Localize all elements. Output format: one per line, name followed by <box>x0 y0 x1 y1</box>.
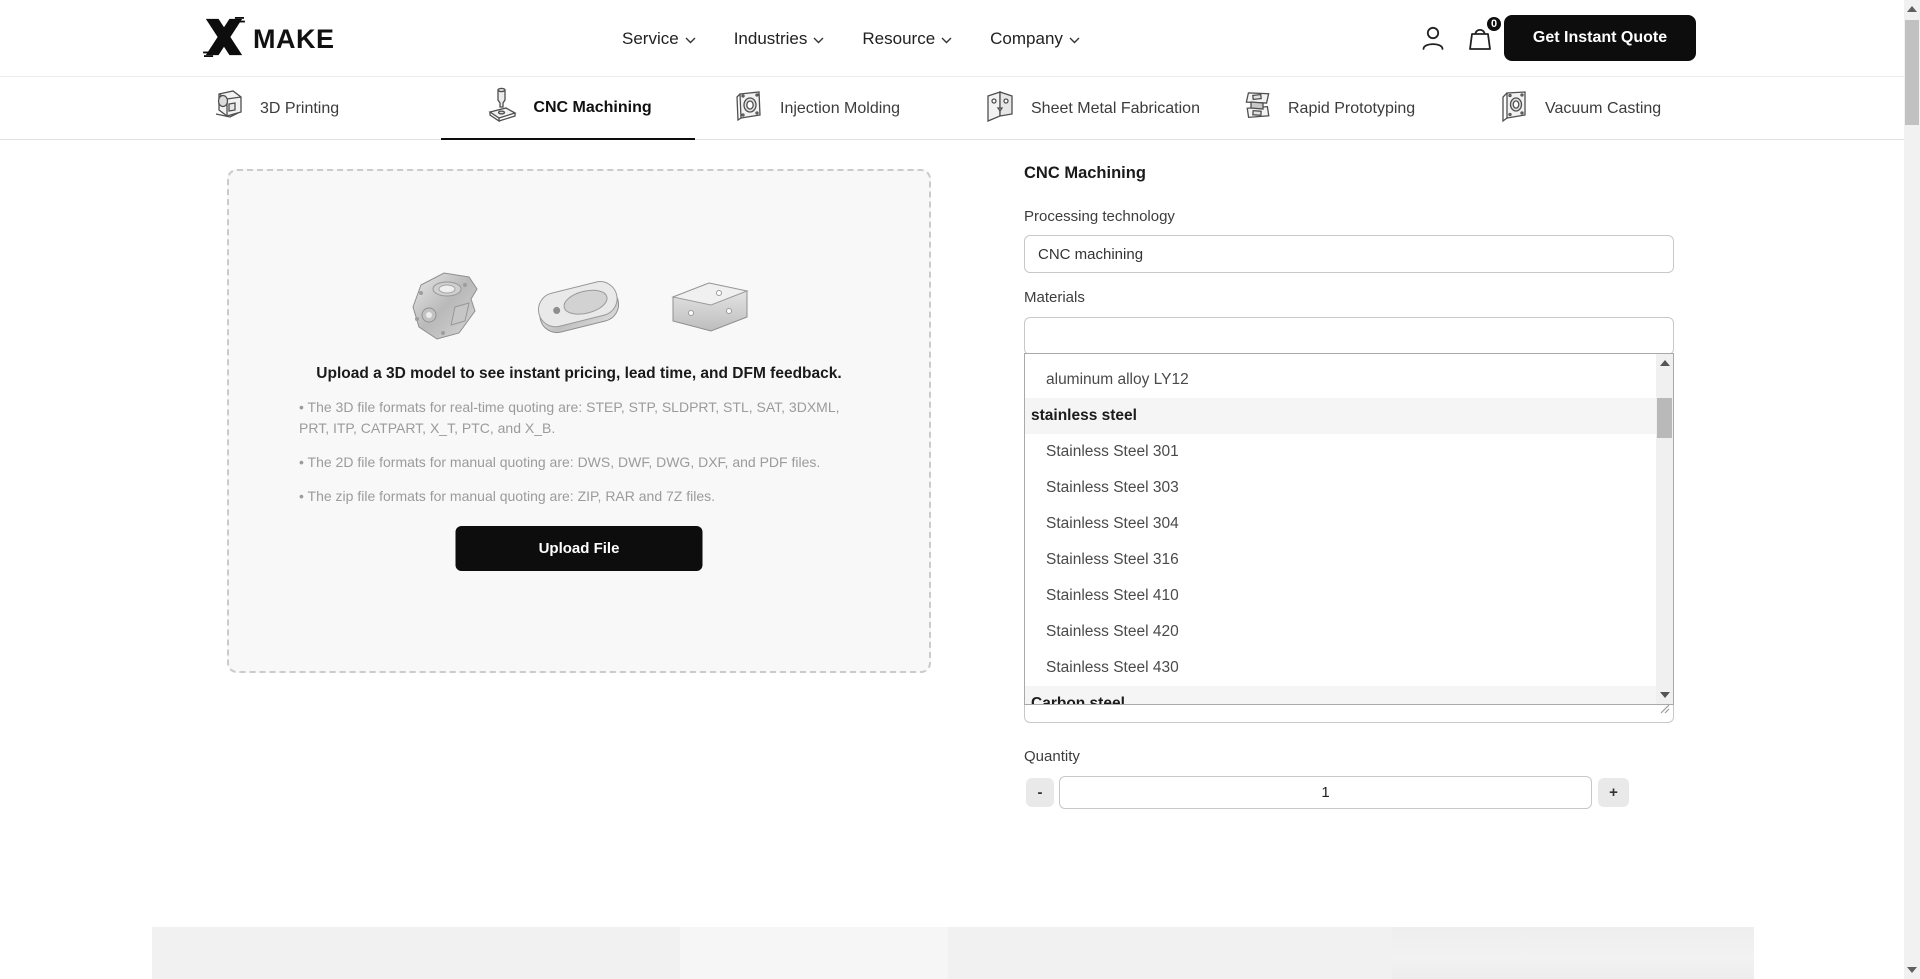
dropdown-scrollbar[interactable] <box>1656 354 1673 704</box>
tab-label: Rapid Prototyping <box>1288 100 1415 118</box>
3d-printer-icon <box>211 88 247 129</box>
cad-part-bracket-image <box>659 267 759 352</box>
material-group-stainless-steel: stainless steel <box>1025 398 1656 434</box>
header-icons: 0 <box>1420 24 1494 57</box>
nav-label: Service <box>622 29 679 49</box>
tab-label: Injection Molding <box>780 100 900 118</box>
bullet-2d-formats: • The 2D file formats for manual quoting… <box>299 452 863 473</box>
cad-part-clevis-image <box>529 267 629 352</box>
tab-cnc-machining[interactable]: CNC Machining <box>441 77 695 140</box>
bullet-3d-formats: • The 3D file formats for real-time quot… <box>299 397 863 439</box>
materials-dropdown: aluminum alloy LY12 stainless steel Stai… <box>1024 353 1674 705</box>
quantity-label: Quantity <box>1024 748 1080 765</box>
material-option-stainless-steel-304[interactable]: Stainless Steel 304 <box>1025 506 1656 542</box>
chevron-down-icon <box>941 29 952 49</box>
mold-plate-icon <box>731 88 767 129</box>
processing-technology-input[interactable] <box>1024 235 1674 273</box>
chevron-down-icon <box>813 29 824 49</box>
get-instant-quote-button[interactable]: Get Instant Quote <box>1504 15 1696 61</box>
tab-injection-molding[interactable]: Injection Molding <box>731 77 900 140</box>
brand-logo[interactable]: MAKE <box>202 17 335 62</box>
dropdown-scrollbar-thumb[interactable] <box>1657 398 1672 438</box>
material-option-stainless-steel-303[interactable]: Stainless Steel 303 <box>1025 470 1656 506</box>
tab-vacuum-casting[interactable]: Vacuum Casting <box>1496 77 1661 140</box>
material-option-stainless-steel-430[interactable]: Stainless Steel 430 <box>1025 650 1656 686</box>
tab-label: Sheet Metal Fabrication <box>1031 100 1200 118</box>
nav-label: Industries <box>734 29 808 49</box>
cart-count-badge: 0 <box>1485 15 1503 33</box>
upload-file-button[interactable]: Upload File <box>456 526 703 571</box>
header: MAKE Service Industries Resource Company <box>0 0 1920 77</box>
nav-item-service[interactable]: Service <box>622 29 696 49</box>
material-option-stainless-steel-316[interactable]: Stainless Steel 316 <box>1025 542 1656 578</box>
file-format-notes: • The 3D file formats for real-time quot… <box>299 397 863 520</box>
footer-banner-highlight <box>680 927 948 979</box>
material-option-stainless-steel-301[interactable]: Stainless Steel 301 <box>1025 434 1656 470</box>
sheet-metal-icon <box>982 88 1018 129</box>
user-account-icon[interactable] <box>1420 24 1446 57</box>
chevron-down-icon <box>685 29 696 49</box>
materials-option-list: aluminum alloy LY12 stainless steel Stai… <box>1025 354 1656 704</box>
nav-item-resource[interactable]: Resource <box>862 29 952 49</box>
process-tabbar: 3D Printing CNC Machining <box>0 77 1920 140</box>
nav-item-industries[interactable]: Industries <box>734 29 825 49</box>
processing-technology-label: Processing technology <box>1024 208 1175 225</box>
material-group-carbon-steel: Carbon steel <box>1025 686 1656 704</box>
main-nav: Service Industries Resource Company <box>622 0 1080 77</box>
sample-parts-row <box>229 267 929 352</box>
tab-label: Vacuum Casting <box>1545 100 1661 118</box>
quantity-input[interactable] <box>1059 776 1592 809</box>
scroll-down-arrow-icon[interactable] <box>1660 692 1670 698</box>
footer-banner <box>152 927 1754 979</box>
cad-part-housing-image <box>399 267 499 352</box>
tab-label: CNC Machining <box>533 99 651 117</box>
quantity-plus-button[interactable]: + <box>1598 778 1629 807</box>
page: MAKE Service Industries Resource Company <box>0 0 1920 979</box>
brand-name: MAKE <box>253 24 335 55</box>
page-scrollbar[interactable] <box>1904 0 1920 979</box>
tab-rapid-prototyping[interactable]: Rapid Prototyping <box>1239 77 1415 140</box>
tab-3d-printing[interactable]: 3D Printing <box>211 77 339 140</box>
page-scroll-up-icon[interactable] <box>1907 6 1917 12</box>
nav-label: Resource <box>862 29 935 49</box>
quantity-minus-button[interactable]: - <box>1026 778 1054 807</box>
cnc-machine-icon <box>484 87 520 128</box>
cart-icon[interactable]: 0 <box>1466 24 1494 57</box>
upload-dropzone[interactable]: Upload a 3D model to see instant pricing… <box>227 169 931 673</box>
page-scrollbar-thumb[interactable] <box>1905 20 1919 125</box>
material-option-aluminum-alloy-ly12[interactable]: aluminum alloy LY12 <box>1025 362 1656 398</box>
casting-mold-icon <box>1496 88 1532 129</box>
material-option-stainless-steel-420[interactable]: Stainless Steel 420 <box>1025 614 1656 650</box>
materials-label: Materials <box>1024 289 1085 306</box>
material-option-stainless-steel-410[interactable]: Stainless Steel 410 <box>1025 578 1656 614</box>
footer-banner-image-edge <box>1392 927 1754 979</box>
nav-item-company[interactable]: Company <box>990 29 1080 49</box>
page-scroll-down-icon[interactable] <box>1907 967 1917 973</box>
form-title: CNC Machining <box>1024 164 1146 183</box>
materials-input[interactable] <box>1024 317 1674 355</box>
x-logo-icon <box>202 17 246 62</box>
prototype-parts-icon <box>1239 88 1275 129</box>
bullet-zip-formats: • The zip file formats for manual quotin… <box>299 486 863 507</box>
nav-label: Company <box>990 29 1063 49</box>
tab-label: 3D Printing <box>260 100 339 118</box>
upload-headline: Upload a 3D model to see instant pricing… <box>229 365 929 383</box>
tab-sheet-metal-fabrication[interactable]: Sheet Metal Fabrication <box>982 77 1200 140</box>
chevron-down-icon <box>1069 29 1080 49</box>
scroll-up-arrow-icon[interactable] <box>1660 360 1670 366</box>
